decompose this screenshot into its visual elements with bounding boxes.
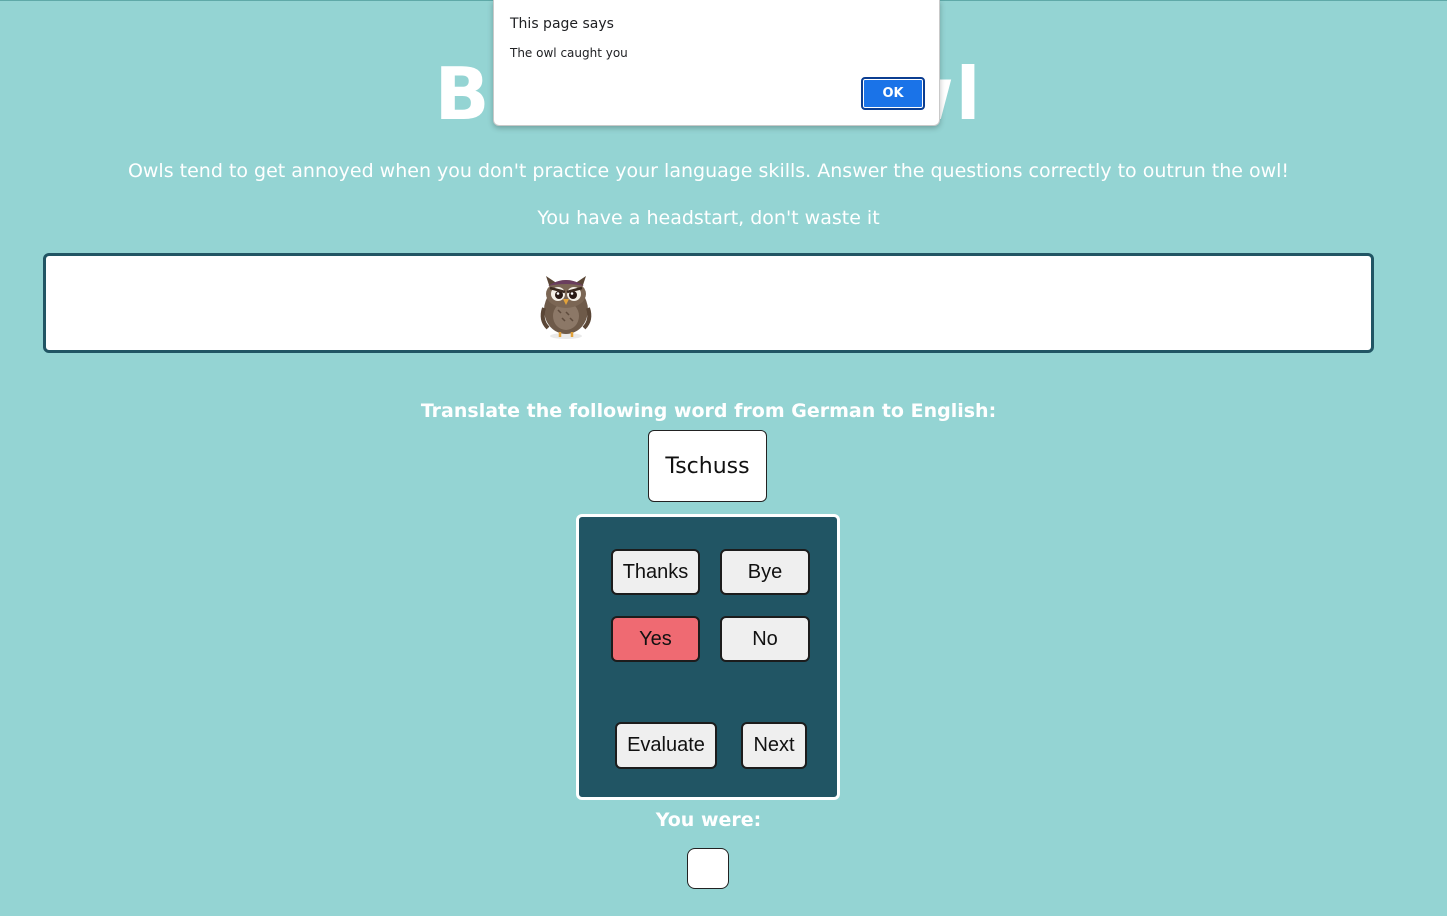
question-prompt: Translate the following word from German… [420,400,997,422]
alert-ok-button[interactable]: OK [861,77,925,110]
option-yes-button[interactable]: Yes [611,616,700,662]
race-track [43,253,1374,353]
evaluate-button[interactable]: Evaluate [615,722,717,769]
german-word-card: Tschuss [648,430,767,502]
next-button[interactable]: Next [741,722,807,769]
option-no-button[interactable]: No [720,616,810,662]
answer-panel: Thanks Bye Yes No Evaluate Next [576,514,840,800]
result-box [687,848,729,889]
german-word: Tschuss [665,453,750,479]
owl-icon [540,276,592,339]
intro-text: Owls tend to get annoyed when you don't … [127,160,1290,182]
headstart-text: You have a headstart, don't waste it [537,207,880,229]
option-bye-button[interactable]: Bye [720,549,810,595]
alert-dialog: This page says The owl caught you OK [493,0,940,126]
option-thanks-button[interactable]: Thanks [611,549,700,595]
alert-title: This page says [510,16,614,32]
result-label: You were: [655,809,762,831]
alert-message: The owl caught you [510,46,628,60]
